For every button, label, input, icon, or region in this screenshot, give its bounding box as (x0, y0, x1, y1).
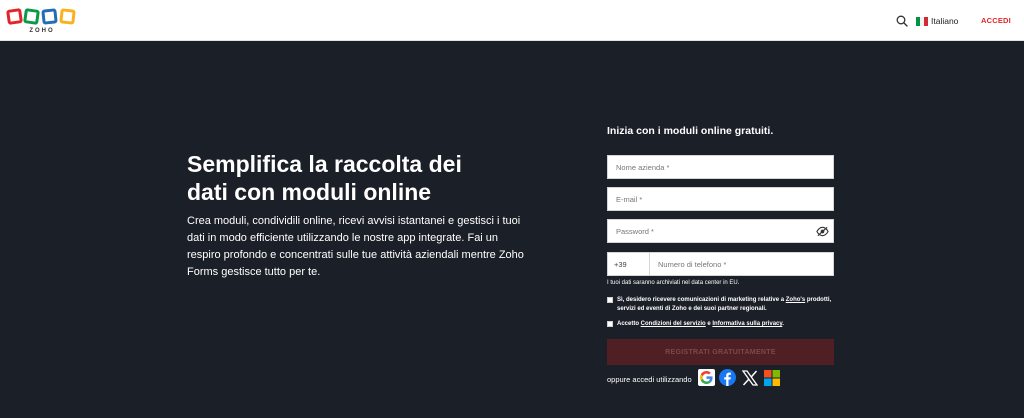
hero-title: Semplifica la raccolta dei dati con modu… (187, 151, 462, 205)
phone-field: +39 (607, 252, 834, 276)
marketing-checkbox[interactable] (607, 297, 613, 303)
language-label: Italiano (931, 16, 959, 26)
phone-input[interactable] (650, 253, 833, 275)
google-icon[interactable] (698, 369, 715, 386)
company-field (607, 155, 834, 179)
password-field (607, 219, 834, 243)
terms-consent: Accetto Condizioni del servizio e Inform… (607, 320, 837, 329)
facebook-icon[interactable] (719, 369, 736, 386)
signup-button[interactable]: REGISTRATI GRATUITAMENTE (607, 339, 834, 365)
show-password-icon[interactable] (816, 226, 829, 237)
country-code-selector[interactable]: +39 (608, 253, 650, 275)
email-field (607, 187, 834, 211)
form-title: Inizia con i moduli online gratuiti. (607, 125, 774, 137)
x-icon[interactable] (741, 369, 758, 386)
marketing-consent: Sì, desidero ricevere comunicazioni di m… (607, 296, 837, 314)
search-icon[interactable] (896, 15, 908, 27)
privacy-link[interactable]: Informativa sulla privacy (712, 321, 782, 327)
hero-description: Crea moduli, condividili online, ricevi … (187, 215, 524, 278)
terms-link[interactable]: Condizioni del servizio (641, 321, 706, 327)
email-input[interactable] (608, 188, 833, 210)
zoho-link[interactable]: Zoho's (786, 297, 805, 303)
zoho-logo-text: ZOHO (29, 28, 55, 34)
marketing-consent-text: Sì, desidero ricevere comunicazioni di m… (617, 297, 832, 312)
signin-link[interactable]: ACCEDI (981, 16, 1011, 25)
italy-flag-icon (916, 16, 928, 26)
top-header: ZOHO Italiano ACCEDI (0, 0, 1024, 41)
language-selector[interactable]: Italiano (916, 14, 958, 28)
zoho-logo[interactable]: ZOHO (6, 6, 78, 36)
terms-checkbox[interactable] (607, 321, 613, 327)
alt-signin-label: oppure accedi utilizzando (607, 375, 692, 384)
zoho-logo-mark (6, 6, 78, 28)
data-center-note: I tuoi dati saranno archiviati nel data … (607, 280, 740, 286)
password-input[interactable] (608, 220, 833, 242)
terms-consent-text: Accetto Condizioni del servizio e Inform… (617, 321, 784, 327)
microsoft-icon[interactable] (763, 369, 780, 386)
company-input[interactable] (608, 156, 833, 178)
